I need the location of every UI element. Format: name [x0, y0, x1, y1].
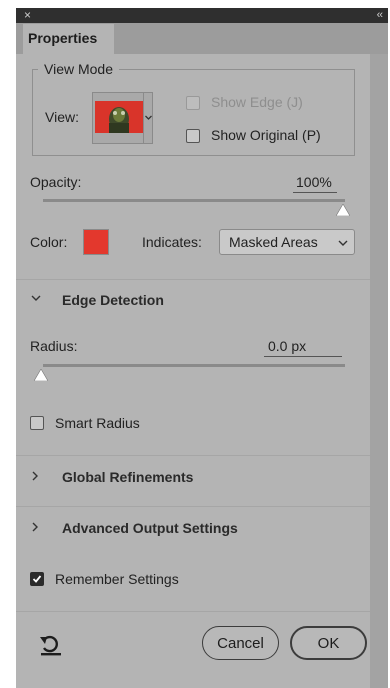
close-icon[interactable]: × [24, 9, 31, 22]
edge-detection-title: Edge Detection [62, 292, 164, 308]
ok-button-label: OK [317, 635, 340, 652]
opacity-value[interactable]: 100% [296, 174, 332, 190]
remember-settings-checkbox[interactable] [30, 572, 44, 586]
ok-button[interactable]: OK [290, 626, 367, 660]
view-mode-legend: View Mode [38, 61, 120, 77]
radius-value-underline [264, 356, 342, 357]
indicates-select[interactable]: Masked Areas [219, 229, 355, 255]
show-edge-label: Show Edge (J) [211, 94, 303, 110]
remember-settings-label: Remember Settings [55, 571, 179, 587]
smart-radius-checkbox[interactable] [30, 416, 44, 430]
indicates-label: Indicates: [142, 234, 202, 250]
color-label: Color: [30, 234, 68, 250]
footer-divider [16, 611, 370, 612]
radius-slider-handle[interactable] [34, 369, 48, 381]
radius-slider-track[interactable] [43, 364, 345, 367]
opacity-slider-track[interactable] [43, 199, 345, 202]
reset-arrow-icon[interactable] [38, 633, 64, 657]
properties-panel: × ‹‹ Properties View Mode View: Show Edg… [16, 8, 388, 688]
cancel-button-label: Cancel [217, 635, 264, 652]
opacity-value-underline [293, 192, 337, 193]
opacity-label: Opacity: [30, 174, 82, 190]
tab-label: Properties [28, 30, 98, 46]
view-mode-picker[interactable] [92, 92, 153, 144]
radius-label: Radius: [30, 338, 78, 354]
chevron-down-icon [338, 240, 348, 246]
view-mode-dropdown-arrow[interactable] [143, 93, 153, 143]
opacity-slider-handle[interactable] [336, 204, 350, 216]
tab-properties[interactable]: Properties [23, 24, 114, 54]
panel-titlebar: × ‹‹ [16, 8, 388, 23]
checkmark-icon [32, 575, 42, 583]
show-original-label: Show Original (P) [211, 127, 321, 143]
view-label: View: [45, 109, 79, 125]
section-divider [16, 455, 370, 456]
chevron-right-icon [32, 471, 38, 481]
chevron-right-icon [32, 522, 38, 532]
section-divider [16, 279, 370, 280]
smart-radius-label: Smart Radius [55, 415, 140, 431]
global-refinements-title: Global Refinements [62, 469, 194, 485]
collapse-icon[interactable]: ‹‹ [377, 9, 383, 22]
radius-value[interactable]: 0.0 px [268, 338, 306, 354]
scrollbar[interactable] [370, 54, 388, 688]
section-divider [16, 506, 370, 507]
cancel-button[interactable]: Cancel [202, 626, 279, 660]
advanced-output-title: Advanced Output Settings [62, 520, 238, 536]
photo-preview-thumbnail [95, 101, 143, 133]
show-edge-checkbox[interactable] [186, 96, 200, 110]
show-original-checkbox[interactable] [186, 129, 200, 143]
indicates-selected-value: Masked Areas [229, 234, 318, 250]
chevron-down-icon [31, 295, 41, 301]
color-swatch[interactable] [83, 229, 109, 255]
